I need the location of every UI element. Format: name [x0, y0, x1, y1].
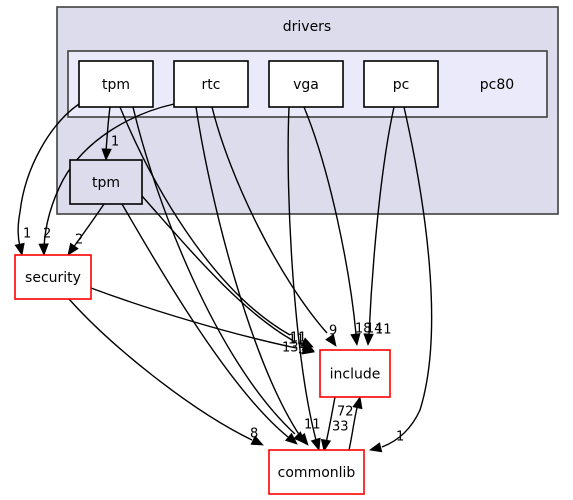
node-label-commonlib: commonlib [278, 465, 356, 481]
node-label-rtc: rtc [202, 77, 221, 93]
edge-label-include-in-11: 11 [290, 331, 307, 346]
node-commonlib[interactable]: commonlib [268, 449, 365, 495]
edge-label-tpm-driver-to-commonlib: 11 [304, 418, 321, 433]
node-vga[interactable]: vga [268, 60, 344, 108]
cluster-label-drivers: drivers [283, 19, 331, 35]
edge-label-rtc-to-include: 9 [329, 324, 337, 339]
node-tpm-driver[interactable]: tpm [78, 60, 154, 108]
edge-label-tpm-driver-to-tpm-inner: 1 [111, 135, 119, 150]
node-label-tpm-inner: tpm [92, 175, 120, 191]
edge-label-include-to-commonlib: 33 [332, 420, 349, 435]
node-label-tpm-driver: tpm [102, 77, 130, 93]
edge-label-commonlib-to-include: 72 [337, 405, 354, 420]
node-tpm-inner[interactable]: tpm [69, 159, 143, 205]
edge-label-include-in-1-right: 11 [375, 323, 392, 338]
cluster-label-pc80: pc80 [480, 77, 514, 93]
edge-arrowhead-commonlib-to-include [352, 395, 363, 410]
edge-path-tpm-inner-to-include [141, 195, 293, 341]
edge-arrowhead-tpm-driver-to-security-a [14, 242, 25, 257]
graph-svg: drivers pc80 tpm rtc vga pc tpm security includ… [14, 6, 559, 495]
node-security[interactable]: security [14, 254, 92, 300]
edge-arrowhead-vga-to-commonlib [310, 437, 321, 451]
node-label-pc: pc [393, 77, 410, 93]
edge-label-tpm-inner-to-security: 2 [75, 233, 83, 248]
edge-label-tpm-driver-to-security-a: 1 [23, 227, 31, 242]
node-label-include: include [330, 367, 381, 383]
node-label-vga: vga [293, 77, 319, 93]
node-label-security: security [25, 270, 81, 286]
edge-path-security-to-commonlib [68, 298, 253, 441]
edge-label-pc-to-commonlib: 1 [396, 430, 404, 445]
node-include[interactable]: include [319, 349, 391, 398]
node-pc[interactable]: pc [363, 60, 439, 108]
edge-security-to-commonlib [68, 298, 264, 446]
node-rtc[interactable]: rtc [173, 60, 249, 108]
dependency-graph-canvas: drivers pc80 tpm rtc vga pc tpm security includ… [0, 0, 573, 500]
edge-arrowhead-rtc-to-security [38, 243, 49, 257]
edge-label-security-to-commonlib: 8 [250, 427, 258, 442]
edge-label-rtc-to-security: 2 [43, 227, 51, 242]
edge-arrowhead-pc-to-commonlib [368, 442, 383, 453]
